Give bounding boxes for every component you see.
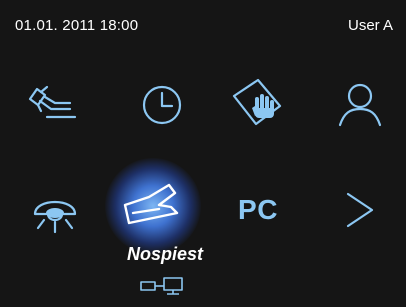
foot-control-button[interactable] (112, 170, 192, 240)
network-connection-icon (140, 277, 183, 295)
user-profile-button[interactable] (320, 70, 400, 140)
clock-icon (142, 85, 182, 125)
selected-function-label: Nospiest (126, 244, 204, 264)
current-user[interactable]: User A (348, 17, 393, 34)
control-panel-screen: 01.01. 2011 18:00 User A Nospiest PC (0, 0, 406, 307)
date-time: 01.01. 2011 18:00 (15, 17, 139, 34)
operating-light-icon (33, 201, 77, 234)
next-page-button[interactable] (320, 175, 400, 245)
user-icon (338, 83, 382, 127)
dental-handpiece-icon (28, 85, 77, 119)
touch-hand-icon (232, 78, 282, 126)
clock-button[interactable] (122, 70, 202, 140)
touch-screen-button[interactable] (218, 68, 298, 138)
operating-light-button[interactable] (15, 175, 95, 245)
status-bar: 01.01. 2011 18:00 User A (0, 0, 406, 44)
pc-button[interactable]: PC (218, 175, 298, 245)
handpiece-button[interactable] (15, 70, 95, 140)
chevron-right-icon (346, 192, 374, 228)
pc-label: PC (238, 194, 278, 225)
foot-control-icon (123, 183, 179, 225)
